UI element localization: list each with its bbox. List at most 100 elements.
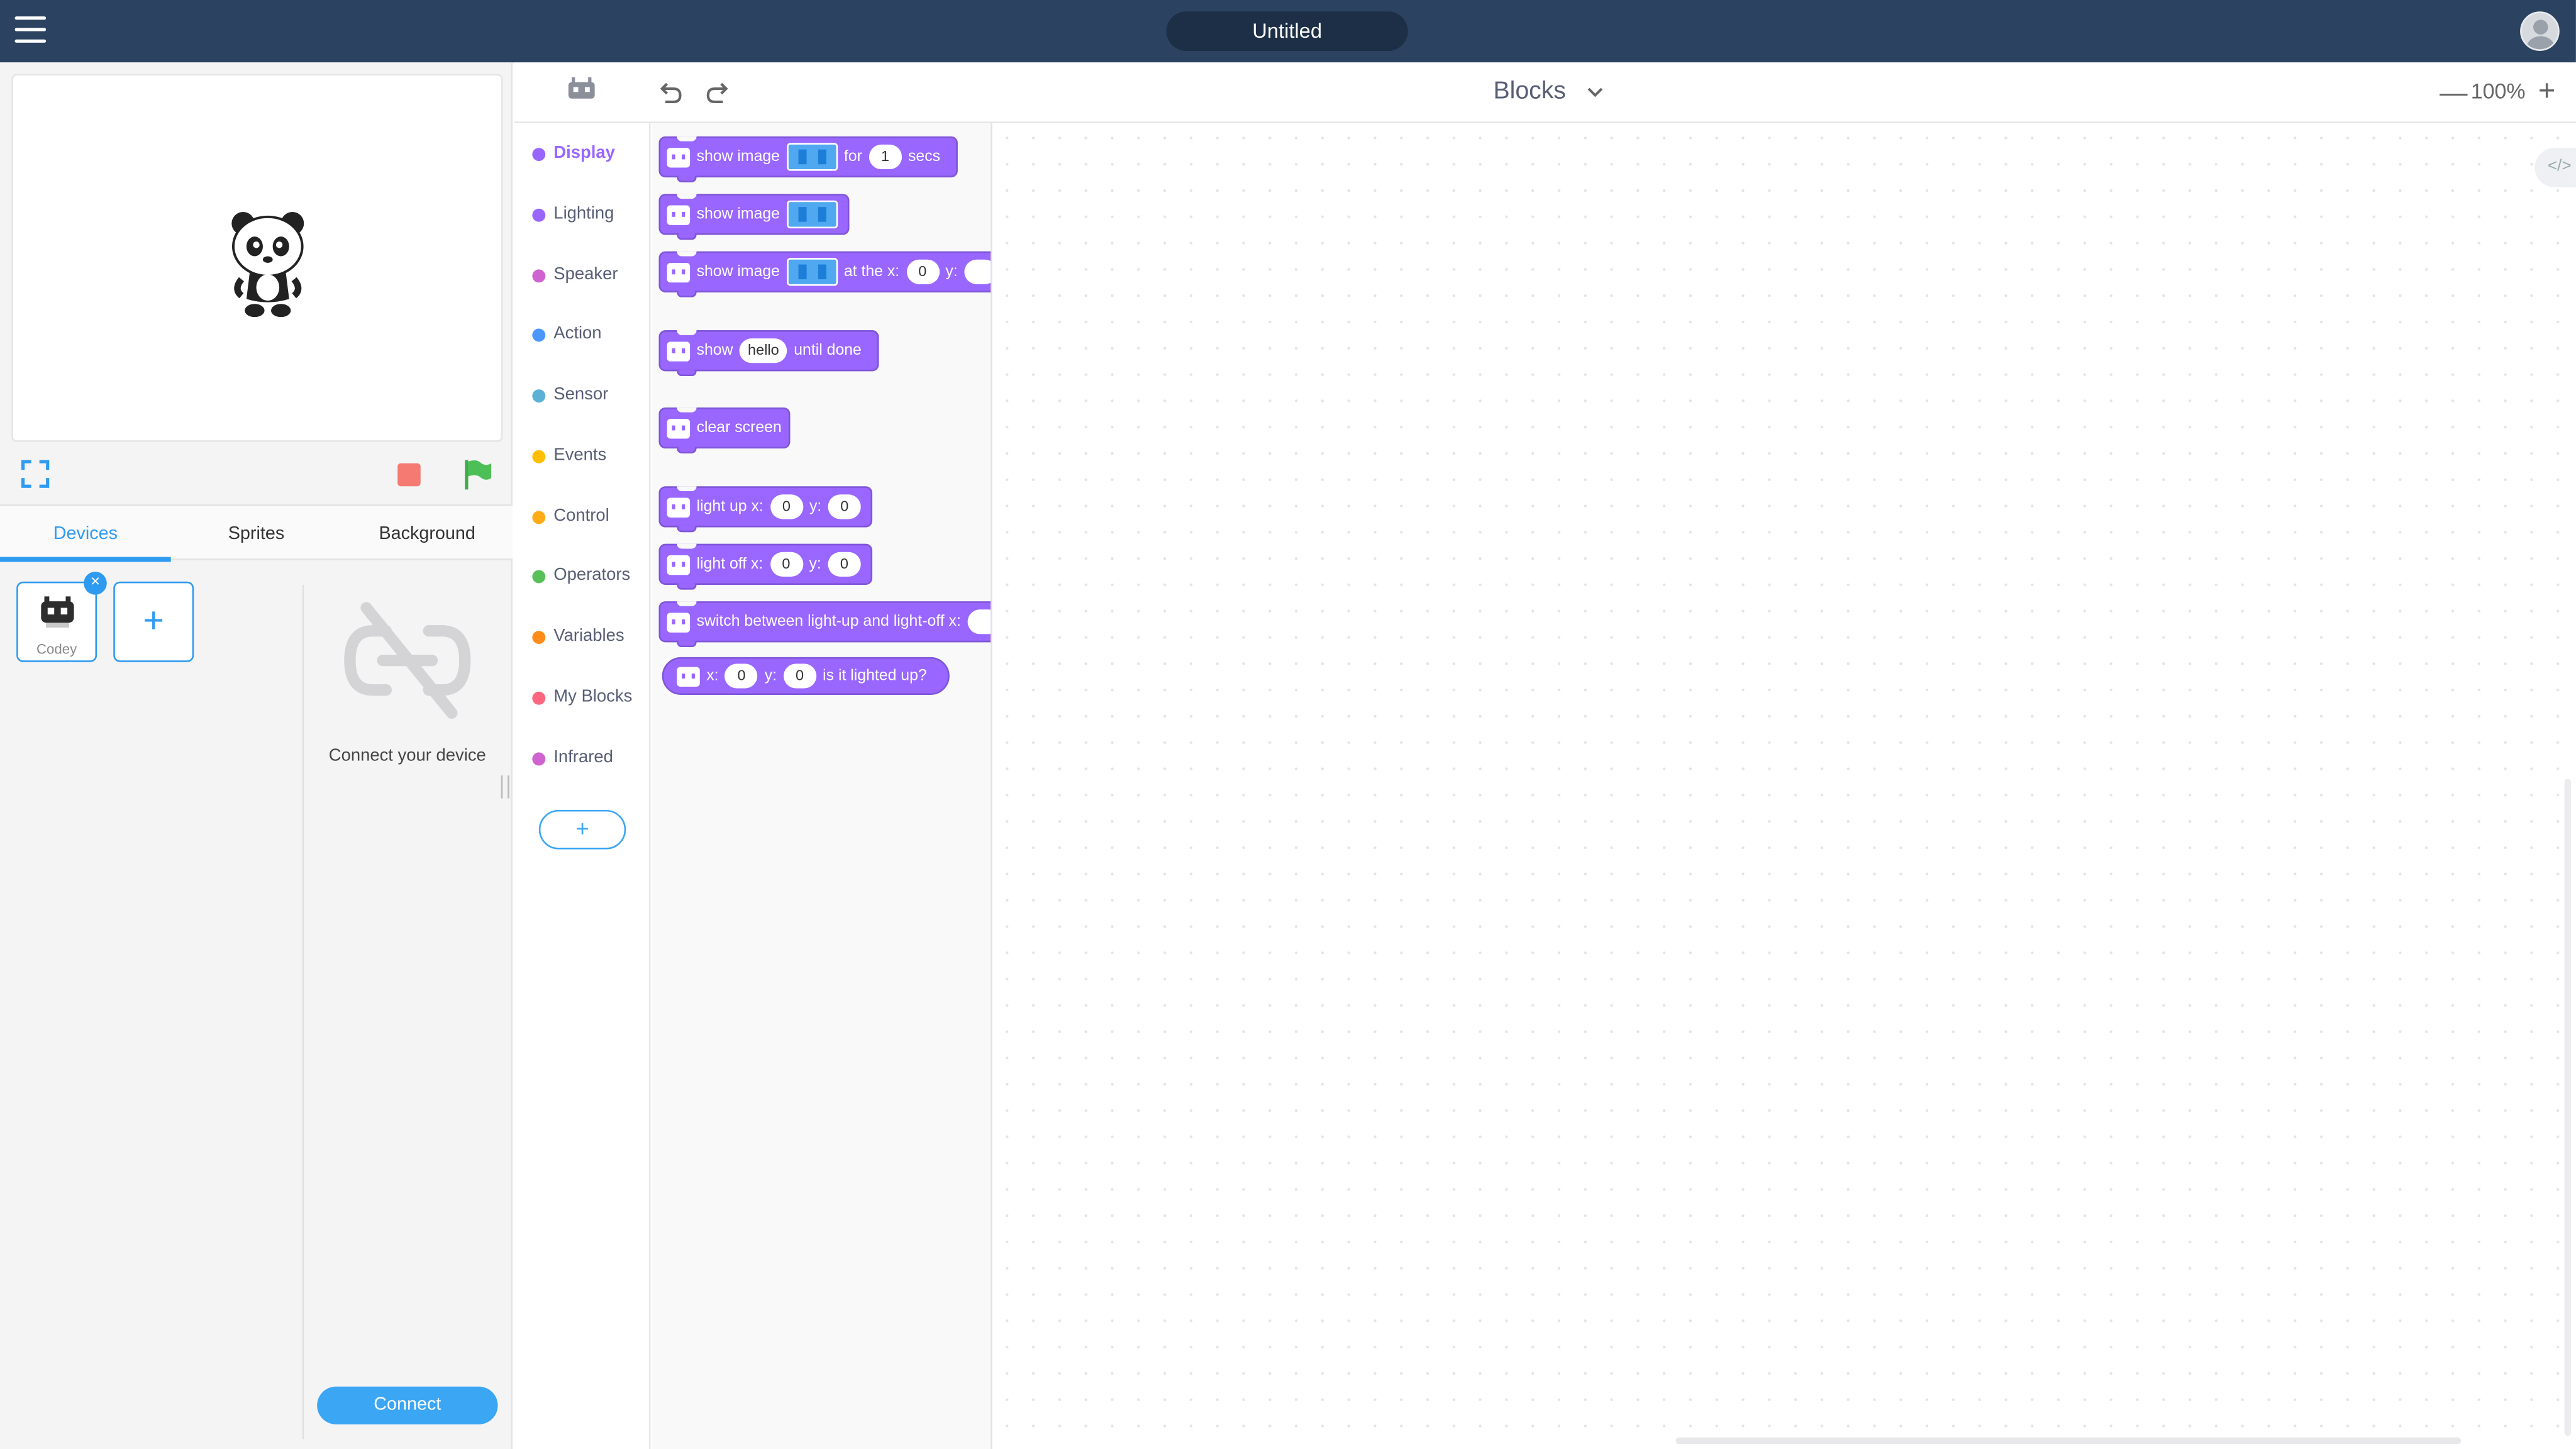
codey-face-icon [667,204,691,225]
undo-icon[interactable] [657,80,684,107]
category-operators[interactable]: Operators [514,560,651,593]
tab-devices[interactable]: Devices [0,506,171,560]
panda-sprite[interactable] [226,207,312,322]
redo-icon[interactable] [705,80,731,107]
disconnected-link-icon [344,602,471,719]
block-show-image-for-secs[interactable]: show image for 1 secs [658,136,958,182]
block-text: at the x: [843,262,900,281]
category-dot [532,208,546,222]
block-is-lighted-up[interactable]: x: 0 y: 0 is it lighted up? [662,657,950,695]
block-text: light off x: [696,555,763,574]
add-device-button[interactable]: + [113,581,194,662]
category-dot [532,269,546,283]
block-text: y: [945,262,958,281]
device-thumbnail-icon[interactable] [567,77,596,104]
add-extension-button[interactable]: + [538,809,626,850]
x-input[interactable]: 0 [770,494,803,519]
active-tab-indicator [0,557,171,562]
stage[interactable] [11,74,503,442]
codey-face-icon [667,612,691,632]
image-field[interactable] [786,258,838,286]
codey-face-icon [667,341,691,361]
y-input[interactable] [964,259,991,284]
category-dot [532,570,546,584]
category-dot [532,450,546,464]
block-show-image[interactable]: show image [658,194,850,240]
editor-mode-select[interactable]: Blocks [1493,77,1565,105]
panel-resize-handle[interactable] [501,775,509,799]
category-dot [532,389,546,402]
zoom-in-button[interactable]: + [2538,74,2555,109]
remove-device-button[interactable]: × [84,572,107,595]
category-sensor[interactable]: Sensor [514,379,651,412]
block-text: y: [764,667,777,686]
block-text: show image [696,262,780,281]
horizontal-scrollbar[interactable] [1675,1437,2462,1445]
category-my-blocks[interactable]: My Blocks [514,682,651,714]
codey-face-icon [667,554,691,574]
fullscreen-icon[interactable] [21,460,50,488]
block-text: show image [696,205,780,224]
stage-controls [0,448,513,504]
block-switch-light[interactable]: switch between light-up and light-off x: [658,601,991,648]
zoom-level: 100% [2470,79,2526,104]
left-tabs: Devices Sprites Background [0,504,513,562]
y-input[interactable]: 0 [828,552,861,577]
text-input[interactable]: hello [739,338,787,364]
category-events[interactable]: Events [514,440,651,473]
category-action[interactable]: Action [514,319,651,352]
block-text: light up x: [696,497,763,516]
code-view-toggle-icon[interactable]: </> [2534,148,2576,187]
script-workspace[interactable] [994,125,2576,1449]
block-text: clear screen [696,419,782,437]
category-speaker[interactable]: Speaker [514,260,651,292]
category-lighting[interactable]: Lighting [514,199,651,231]
category-infrared[interactable]: Infrared [514,743,651,775]
zoom-out-button[interactable]: — [2440,77,2467,110]
category-display[interactable]: Display [514,138,651,170]
block-text: show image [696,148,780,166]
green-flag-icon[interactable] [464,458,493,491]
y-input[interactable]: 0 [783,663,816,689]
x-input[interactable]: 0 [906,259,939,284]
block-text: show [696,341,733,360]
x-input[interactable] [967,609,991,635]
block-show-until-done[interactable]: show hello until done [658,330,879,377]
block-text: is it lighted up? [823,667,927,686]
editor-toolbar: Blocks — 100% + [514,62,2576,123]
category-control[interactable]: Control [514,501,651,534]
tab-background[interactable]: Background [341,506,513,560]
vertical-scrollbar[interactable] [2564,779,2572,1436]
category-dot [532,691,546,705]
block-clear-screen[interactable]: clear screen [658,407,791,453]
secs-input[interactable]: 1 [869,144,902,170]
block-text: y: [809,555,821,574]
image-field[interactable] [786,143,838,171]
connect-button[interactable]: Connect [317,1386,498,1424]
codey-face-icon [667,147,691,167]
codey-face-icon [677,666,700,686]
block-light-off[interactable]: light off x: 0 y: 0 [658,543,873,590]
block-categories: Display Lighting Speaker Action Sensor E… [514,123,651,1449]
top-bar: Untitled [0,0,2576,63]
connect-message: Connect your device [328,745,486,766]
block-light-up[interactable]: light up x: 0 y: 0 [658,486,873,533]
user-avatar-icon[interactable] [2520,11,2560,51]
block-text: switch between light-up and light-off x: [696,613,961,631]
codey-face-icon [667,497,691,517]
category-variables[interactable]: Variables [514,621,651,653]
block-show-image-at[interactable]: show image at the x: 0 y: [658,251,991,297]
image-field[interactable] [786,200,838,229]
divider [302,584,304,1440]
x-input[interactable]: 0 [769,552,803,577]
category-dot [532,511,546,525]
tab-sprites[interactable]: Sprites [171,506,342,560]
chevron-down-icon[interactable] [1585,82,1605,102]
menu-icon[interactable] [14,16,47,46]
x-input[interactable]: 0 [725,663,758,689]
device-card-codey[interactable]: Codey [16,581,97,662]
stop-button[interactable] [397,463,421,487]
y-input[interactable]: 0 [828,494,861,519]
block-text: until done [794,341,862,360]
project-title[interactable]: Untitled [1166,11,1408,51]
